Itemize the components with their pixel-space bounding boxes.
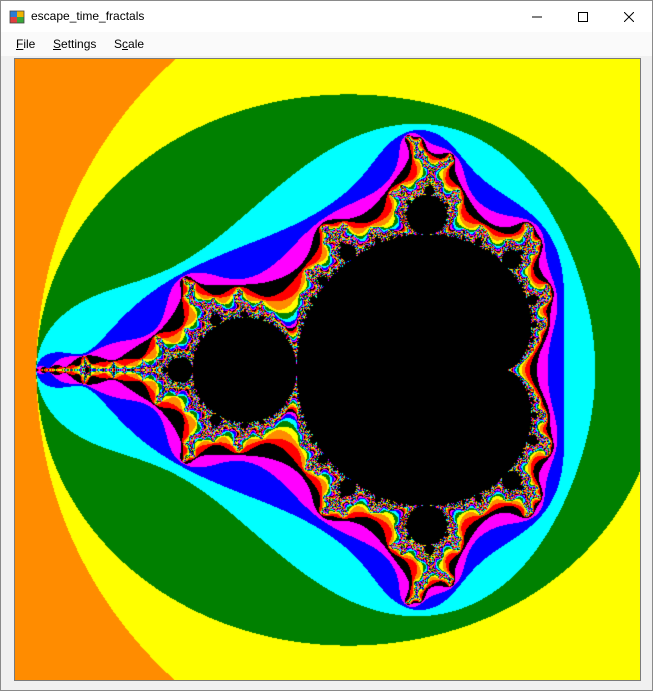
maximize-icon [578, 11, 588, 22]
app-icon[interactable] [9, 9, 25, 25]
menu-file[interactable]: File [10, 32, 41, 56]
app-window: escape_time_fractals File Settings Scale [0, 0, 653, 691]
close-icon [624, 11, 634, 22]
menu-settings[interactable]: Settings [47, 32, 102, 56]
fractal-view[interactable] [14, 58, 641, 681]
title-bar[interactable]: escape_time_fractals [1, 1, 652, 32]
menu-scale[interactable]: Scale [108, 32, 150, 56]
fractal-canvas[interactable] [15, 59, 640, 680]
minimize-button[interactable] [514, 1, 560, 32]
maximize-button[interactable] [560, 1, 606, 32]
window-title: escape_time_fractals [31, 9, 145, 23]
close-button[interactable] [606, 1, 652, 32]
menu-bar: File Settings Scale [1, 32, 652, 56]
minimize-icon [532, 16, 542, 17]
